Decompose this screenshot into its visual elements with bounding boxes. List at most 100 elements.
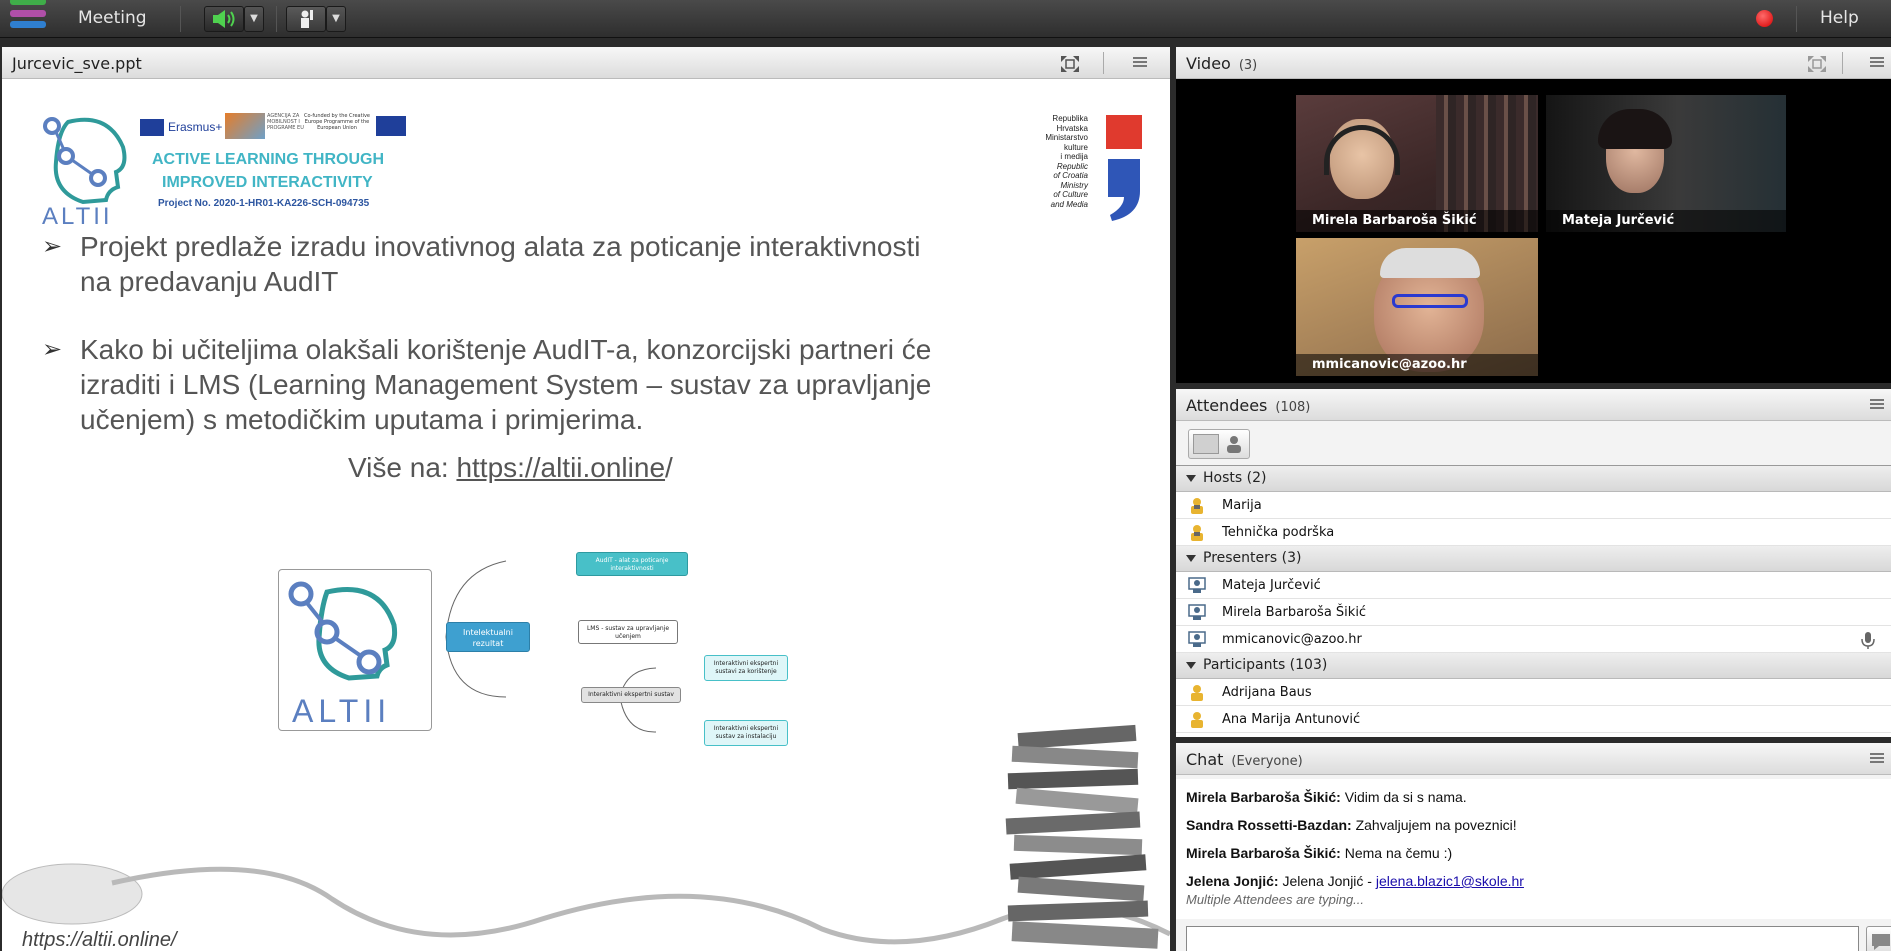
presenter-user-icon	[1188, 604, 1206, 620]
bullet-arrow-icon: ➢	[42, 336, 63, 363]
attendees-pod: Attendees (108) Hosts (2) Marija Tehnička…	[1176, 389, 1891, 737]
chat-sender: Sandra Rossetti-Bazdan:	[1186, 817, 1352, 833]
pod-options-menu-icon[interactable]	[1870, 397, 1891, 413]
header-divider	[1842, 52, 1843, 74]
eu-cofunded-label: Co-funded by the Creative Europe Program…	[303, 113, 371, 131]
chat-message: Mirela Barbaroša Šikić: Vidim da si s na…	[1186, 789, 1467, 805]
attendee-row[interactable]: Mirela Barbaroša Šikić	[1176, 599, 1891, 626]
ministry-line: and Media	[1050, 199, 1088, 209]
ministry-text: Republika Hrvatska Ministarstvo kulture …	[1022, 114, 1088, 209]
toolbar-divider	[276, 6, 277, 32]
altii-website-link[interactable]: https://altii.online	[456, 452, 665, 483]
bullet-text-line: učenjem) s metodičkim uputama i primjeri…	[80, 404, 644, 435]
attendees-pod-title: Attendees (108)	[1186, 396, 1310, 415]
host-user-icon	[1191, 498, 1203, 514]
raise-hand-icon	[301, 10, 313, 28]
bullet-text-line: izraditi i LMS (Learning Management Syst…	[80, 369, 932, 400]
attendee-row[interactable]: Marija	[1176, 492, 1891, 519]
ministry-line: of Croatia	[1053, 171, 1088, 180]
attendees-pod-header: Attendees (108)	[1176, 389, 1891, 421]
speech-bubble-icon	[1872, 934, 1890, 950]
attendee-name: Tehnička podrška	[1222, 525, 1335, 540]
collapse-arrow-icon[interactable]	[1186, 555, 1196, 562]
presenter-user-icon	[1188, 577, 1206, 593]
chat-text: Nema na čemu :)	[1340, 845, 1453, 861]
raise-hand-button[interactable]	[286, 6, 326, 32]
status-view-icon[interactable]	[1222, 434, 1246, 454]
chat-pod-header: Chat (Everyone)	[1176, 743, 1891, 775]
list-view-icon[interactable]	[1193, 434, 1219, 454]
attendees-count: (108)	[1275, 400, 1311, 415]
send-message-button[interactable]	[1866, 926, 1891, 951]
meeting-menu[interactable]: Meeting	[78, 8, 147, 28]
attendee-name: Mirela Barbaroša Šikić	[1222, 605, 1367, 620]
attendee-name: Marija	[1222, 498, 1262, 513]
ministry-line: Republika	[1052, 114, 1088, 123]
status-dropdown[interactable]: ▼	[326, 6, 346, 32]
diagram-node-expert-use: Interaktivni ekspertni sustavi za korišt…	[704, 655, 788, 681]
chat-input[interactable]	[1186, 926, 1859, 951]
attendee-group-presenters[interactable]: Presenters (3)	[1176, 546, 1891, 572]
pod-options-menu-icon[interactable]	[1870, 751, 1891, 767]
diagram-node-lms: LMS - sustav za upravljanje učenjem	[578, 620, 678, 644]
chat-pod: Chat (Everyone) Mirela Barbaroša Šikić: V…	[1176, 743, 1891, 951]
fullscreen-icon[interactable]	[1060, 55, 1080, 73]
pod-options-menu-icon[interactable]	[1133, 55, 1157, 71]
header-divider	[1103, 52, 1104, 74]
attendee-name: Mateja Jurčević	[1222, 578, 1321, 593]
ministry-line: Ministry	[1060, 180, 1088, 190]
attendee-group-hosts[interactable]: Hosts (2)	[1176, 466, 1891, 492]
video-tile[interactable]: Mateja Jurčević	[1546, 95, 1786, 232]
attendee-row[interactable]: Tehnička podrška	[1176, 519, 1891, 546]
collapse-arrow-icon[interactable]	[1186, 662, 1196, 669]
ministry-line: Hrvatska	[1056, 123, 1088, 133]
attendee-list: Hosts (2) Marija Tehnička podrška Presen…	[1176, 465, 1891, 737]
fullscreen-icon[interactable]	[1807, 55, 1827, 73]
more-info-label: Više na:	[348, 452, 457, 483]
participant-user-icon	[1191, 712, 1203, 728]
project-title-line1: ACTIVE LEARNING THROUGH	[152, 151, 384, 168]
speaker-button[interactable]	[204, 6, 244, 32]
diagram-node-audit: AudIT - alat za poticanje interaktivnost…	[576, 552, 688, 576]
diagram-center-node: Intelektualni rezultat	[446, 622, 530, 652]
chat-scope[interactable]: (Everyone)	[1231, 754, 1302, 769]
chat-message: Sandra Rossetti-Bazdan: Zahvaljujem na p…	[1186, 817, 1517, 833]
computer-mouse-decoration-icon	[2, 863, 1170, 945]
attendee-group-participants[interactable]: Participants (103)	[1176, 653, 1891, 679]
chat-text: Vidim da si s nama.	[1340, 789, 1467, 805]
recording-indicator-icon[interactable]	[1756, 10, 1773, 27]
group-label: Presenters (3)	[1203, 550, 1302, 566]
chat-message: Mirela Barbaroša Šikić: Nema na čemu :)	[1186, 845, 1452, 861]
attendee-row[interactable]: Ana Marija Antunović	[1176, 706, 1891, 733]
attendee-row[interactable]: mmicanovic@azoo.hr	[1176, 626, 1891, 653]
speaker-icon	[213, 10, 235, 28]
chat-message: Jelena Jonjić: Jelena Jonjić - jelena.bl…	[1186, 873, 1524, 889]
diagram-node-expert-system: Interaktivni ekspertni sustav	[581, 687, 681, 703]
connect-meeting-window: Meeting ▼ ▼ Help Jurcevic_sve.ppt ALTII …	[0, 0, 1891, 951]
video-tile[interactable]: Mirela Barbaroša Šikić	[1296, 95, 1538, 232]
ministry-line: of Culture	[1053, 190, 1088, 199]
typing-indicator: Multiple Attendees are typing...	[1186, 892, 1365, 907]
ministry-line: Ministarstvo	[1045, 133, 1088, 142]
attendee-row[interactable]: Mateja Jurčević	[1176, 572, 1891, 599]
more-info-line: Više na: https://altii.online/	[348, 452, 673, 484]
video-participant-name: Mirela Barbaroša Šikić	[1296, 210, 1538, 232]
chat-email-link[interactable]: jelena.blazic1@skole.hr	[1376, 873, 1524, 889]
book-stack-decoration-icon	[1002, 719, 1170, 951]
eu-flag-icon	[376, 116, 406, 136]
chat-pod-title: Chat (Everyone)	[1186, 750, 1303, 769]
video-pod-header: Video (3)	[1176, 47, 1891, 79]
chat-messages: Mirela Barbaroša Šikić: Vidim da si s na…	[1176, 779, 1891, 919]
attendee-row[interactable]: Adrijana Baus	[1176, 679, 1891, 706]
chat-text: Jelena Jonjić -	[1278, 873, 1376, 889]
pod-options-menu-icon[interactable]	[1870, 55, 1891, 71]
help-menu[interactable]: Help	[1820, 8, 1859, 28]
ministry-line: i medija	[1060, 152, 1088, 161]
collapse-arrow-icon[interactable]	[1186, 475, 1196, 482]
altii-diagram: ALTII Intelektualni rezultat AudIT - ala…	[276, 547, 796, 807]
video-tile[interactable]: mmicanovic@azoo.hr	[1296, 238, 1538, 376]
speaker-dropdown[interactable]: ▼	[244, 6, 264, 32]
bullet-text-line: Projekt predlaže izradu inovativnog alat…	[80, 231, 921, 262]
participant-user-icon	[1191, 685, 1203, 701]
host-user-icon	[1191, 525, 1203, 541]
